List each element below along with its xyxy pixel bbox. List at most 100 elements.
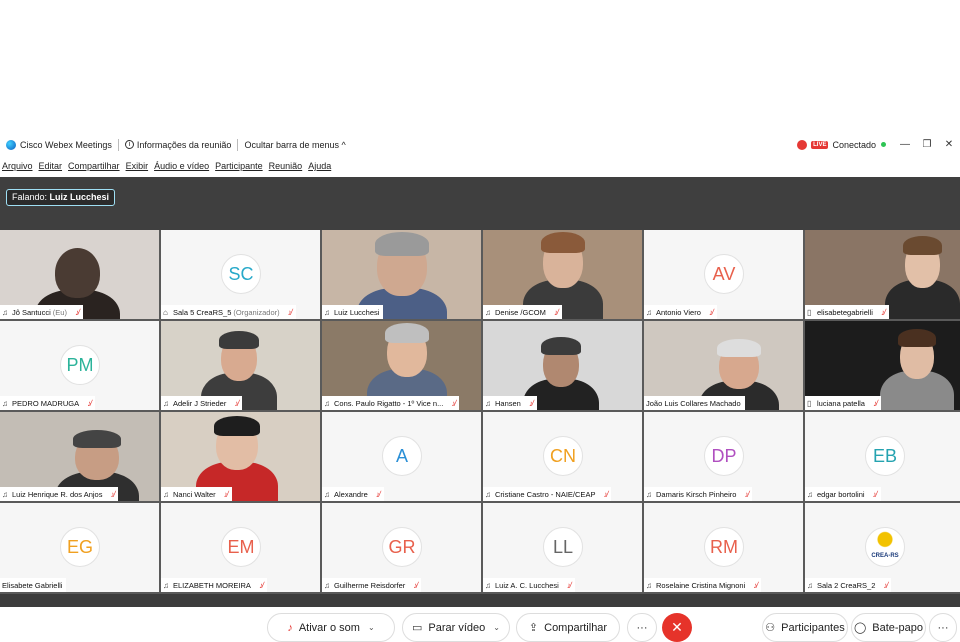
connection-status: Conectado	[832, 139, 876, 150]
close-icon[interactable]: ✕	[938, 139, 960, 150]
participant-tile[interactable]: PM ♫ PEDRO MADRUGA ♪̸	[0, 321, 159, 410]
mic-muted-icon: ♪	[287, 621, 293, 634]
restore-icon[interactable]: ❐	[916, 139, 938, 150]
participant-nameplate: ♫ Luiz Henrique R. dos Anjos ♪̸	[0, 487, 119, 501]
initials-avatar: SC	[221, 254, 261, 294]
participant-tile[interactable]: ♫ Cons. Paulo Rigatto - 1º Vice n... ♪̸	[322, 321, 481, 410]
mic-icon: ♫	[324, 307, 330, 317]
participant-nameplate: Elisabete Gabrielli	[0, 578, 67, 592]
participant-nameplate: ♫ Adelir J Strieder ♪̸	[161, 396, 243, 410]
minimize-icon[interactable]: —	[894, 139, 916, 150]
more-options-button[interactable]: ···	[627, 613, 657, 642]
participant-tile[interactable]: DP ♫ Damaris Kirsch Pinheiro ♪̸	[644, 412, 803, 501]
mic-icon: ♫	[485, 580, 491, 590]
participant-name: Sala 2 CreaRS_2	[817, 580, 876, 590]
participants-button[interactable]: ⚇ Participantes	[762, 613, 848, 642]
overflow-button[interactable]: ···	[929, 613, 957, 642]
participant-name: Alexandre	[334, 489, 368, 499]
participant-tile[interactable]: ♫ Denise /GCOM ♪̸	[483, 230, 642, 319]
participant-tile[interactable]: GR ♫ Guilherme Reisdorfer ♪̸	[322, 503, 481, 592]
participant-nameplate: ♫ Antonio Viero ♪̸	[644, 305, 717, 319]
initials-avatar: RM	[704, 527, 744, 567]
participant-nameplate: ♫ edgar bortolini ♪̸	[805, 487, 881, 501]
participant-tile[interactable]: ♫ Luiz Lucchesi	[322, 230, 481, 319]
hide-menu-button[interactable]: Ocultar barra de menus ^	[238, 134, 351, 155]
mic-icon: ♫	[163, 580, 169, 590]
chevron-down-icon[interactable]: ⌄	[493, 623, 500, 632]
participant-nameplate: ♫ Damaris Kirsch Pinheiro ♪̸	[644, 487, 753, 501]
participant-tile[interactable]: RM ♫ Roselaine Cristina Mignoni ♪̸	[644, 503, 803, 592]
chevron-down-icon[interactable]: ⌄	[368, 623, 375, 632]
webex-logo-icon	[6, 139, 16, 150]
participant-hair	[903, 236, 942, 255]
participant-tile[interactable]: João Luis Collares Machado	[644, 321, 803, 410]
phone-icon: ▯	[807, 398, 812, 408]
participant-tile[interactable]: AV ♫ Antonio Viero ♪̸	[644, 230, 803, 319]
initials-avatar: EM	[221, 527, 261, 567]
mic-muted-icon: ♪̸	[451, 398, 456, 408]
menu-exibir[interactable]: Exibir	[126, 161, 149, 171]
initials-avatar: A	[382, 436, 422, 476]
participant-tile[interactable]: SC ⌂ Sala 5 CreaRS_5 (Organizador) ♪̸	[161, 230, 320, 319]
chat-label: Bate-papo	[872, 621, 924, 634]
share-icon: ⇪	[528, 622, 539, 634]
participant-hair	[717, 339, 761, 357]
stop-video-button[interactable]: ▭ Parar vídeo ⌄	[402, 613, 510, 642]
participant-head	[55, 248, 100, 298]
menu-compartilhar[interactable]: Compartilhar	[68, 161, 120, 171]
participant-tile[interactable]: EB ♫ edgar bortolini ♪̸	[805, 412, 960, 501]
mic-icon: ♫	[2, 489, 8, 499]
participant-tile[interactable]: ♫ Luiz Henrique R. dos Anjos ♪̸	[0, 412, 159, 501]
participant-role: (Organizador)	[233, 307, 280, 317]
menu-audio-video[interactable]: Áudio e vídeo	[154, 161, 209, 171]
participant-nameplate: ♫ Guilherme Reisdorfer ♪̸	[322, 578, 422, 592]
participant-tile[interactable]: CN ♫ Cristiane Castro - NAIE/CEAP ♪̸	[483, 412, 642, 501]
mic-icon: ♫	[324, 398, 330, 408]
participant-tile[interactable]: LL ♫ Luiz A. C. Lucchesi ♪̸	[483, 503, 642, 592]
speaker-strip: Falando: Luiz Lucchesi	[0, 177, 960, 230]
participant-tile[interactable]: EM ♫ ELIZABETH MOREIRA ♪̸	[161, 503, 320, 592]
unmute-label: Ativar o som	[298, 621, 360, 634]
mic-muted-icon: ♪̸	[223, 489, 228, 499]
participant-nameplate: ▯ luciana patella ♪̸	[805, 396, 881, 410]
meeting-info-button[interactable]: i Informações da reunião	[119, 134, 238, 155]
participant-nameplate: ♫ ELIZABETH MOREIRA ♪̸	[161, 578, 267, 592]
leave-meeting-button[interactable]: ✕	[662, 613, 692, 642]
phone-icon: ▯	[807, 307, 812, 317]
participant-nameplate: ♫ Roselaine Cristina Mignoni ♪̸	[644, 578, 762, 592]
mic-icon: ♫	[485, 307, 491, 317]
participant-tile[interactable]: ▯ elisabetegabrielli ♪̸	[805, 230, 960, 319]
mic-muted-icon: ♪̸	[553, 307, 558, 317]
mic-muted-icon: ♪̸	[566, 580, 571, 590]
participant-tile[interactable]: CREA-RS ♫ Sala 2 CreaRS_2 ♪̸	[805, 503, 960, 592]
participant-tile[interactable]: ♫ Adelir J Strieder ♪̸	[161, 321, 320, 410]
participant-tile[interactable]: EG Elisabete Gabrielli	[0, 503, 159, 592]
participant-name: Luiz Lucchesi	[334, 307, 380, 317]
app-title: Cisco Webex Meetings	[0, 134, 118, 155]
menu-reuniao[interactable]: Reunião	[269, 161, 303, 171]
speaking-name: Luiz Lucchesi	[49, 192, 110, 202]
initials-avatar: EB	[865, 436, 905, 476]
menu-editar[interactable]: Editar	[39, 161, 63, 171]
participant-tile[interactable]: ▯ luciana patella ♪̸	[805, 321, 960, 410]
participant-tile[interactable]: ♫ Jô Santucci (Eu) ♪̸	[0, 230, 159, 319]
mic-muted-icon: ♪̸	[413, 580, 418, 590]
participant-tile[interactable]: ♫ Nanci Walter ♪̸	[161, 412, 320, 501]
info-icon: i	[124, 140, 134, 149]
mic-icon: ♫	[646, 580, 652, 590]
participant-nameplate: ▯ elisabetegabrielli ♪̸	[805, 305, 889, 319]
chat-button[interactable]: ◯ Bate-papo	[851, 613, 926, 642]
control-bar: ♪ Ativar o som ⌄ ▭ Parar vídeo ⌄ ⇪ Compa…	[0, 594, 960, 642]
person-icon: ⚇	[765, 622, 776, 634]
participant-name: Nanci Walter	[173, 489, 216, 499]
menu-arquivo[interactable]: Arquivo	[2, 161, 33, 171]
menu-ajuda[interactable]: Ajuda	[308, 161, 331, 171]
participant-name: Antonio Viero	[656, 307, 701, 317]
participant-tile[interactable]: A ♫ Alexandre ♪̸	[322, 412, 481, 501]
mic-muted-icon: ♪̸	[74, 307, 79, 317]
menu-participante[interactable]: Participante	[215, 161, 263, 171]
participant-tile[interactable]: ♫ Hansen ♪̸	[483, 321, 642, 410]
meeting-info-label: Informações da reunião	[136, 139, 232, 150]
unmute-button[interactable]: ♪ Ativar o som ⌄	[267, 613, 395, 642]
share-button[interactable]: ⇪ Compartilhar	[516, 613, 620, 642]
